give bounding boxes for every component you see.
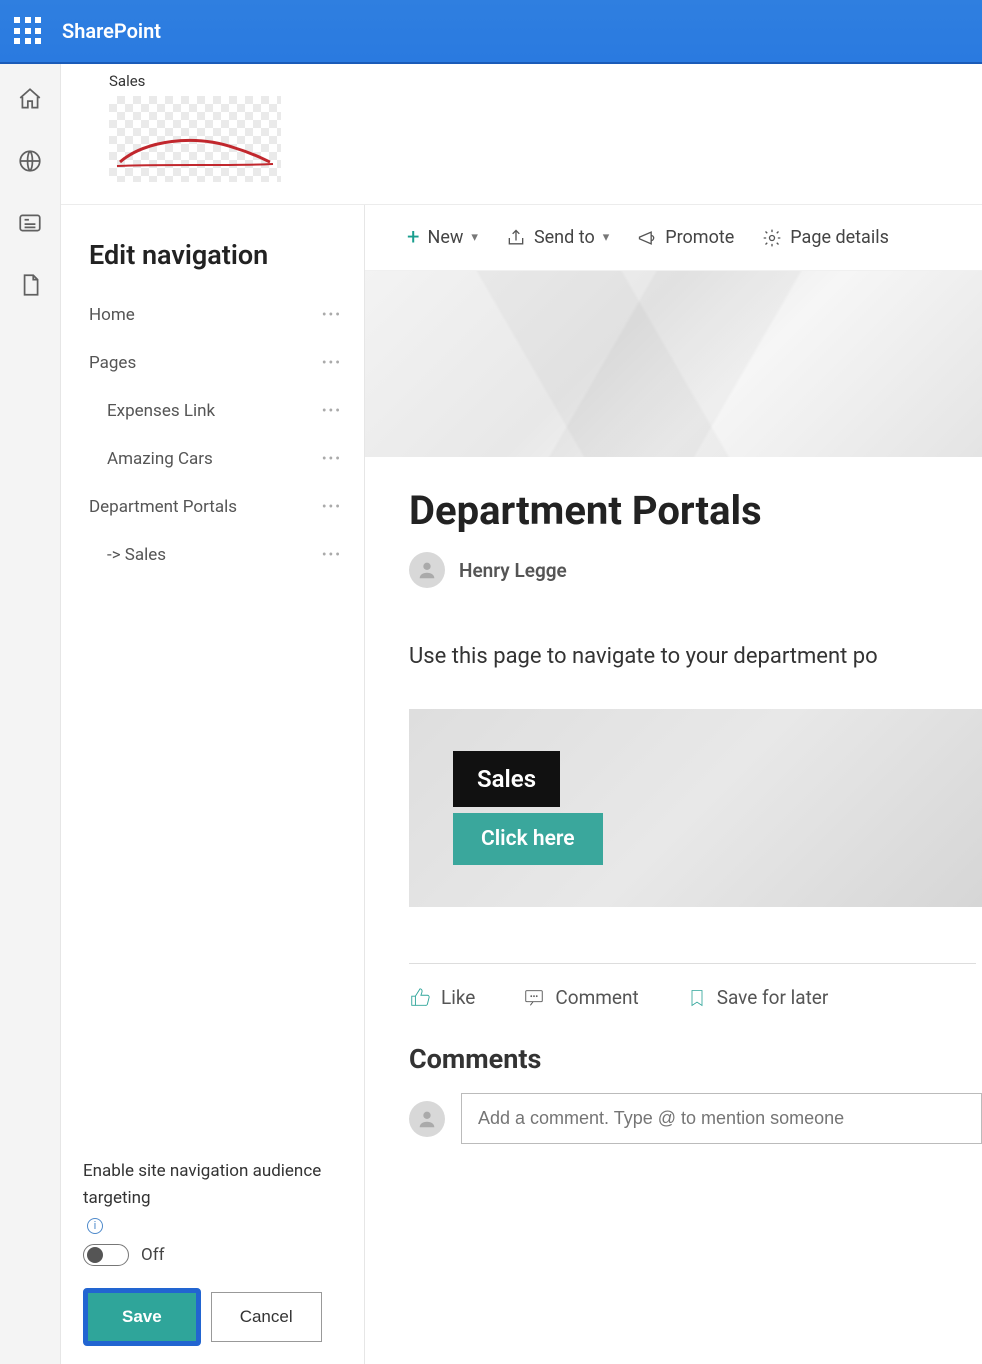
card-title: Sales xyxy=(453,751,560,807)
more-icon[interactable]: ••• xyxy=(322,499,342,515)
details-label: Page details xyxy=(790,227,889,248)
more-icon[interactable]: ••• xyxy=(322,547,342,563)
gear-icon xyxy=(762,228,782,248)
site-header: Sales xyxy=(61,64,982,205)
save-label: Save for later xyxy=(717,986,829,1009)
home-icon[interactable] xyxy=(17,86,43,116)
nav-item-home[interactable]: Home ••• xyxy=(61,291,364,339)
share-icon xyxy=(506,228,526,248)
toggle-state-label: Off xyxy=(141,1245,165,1265)
nav-item-label: Home xyxy=(89,305,135,325)
nav-item-label: Expenses Link xyxy=(107,401,215,421)
nav-item-pages[interactable]: Pages ••• xyxy=(61,339,364,387)
comment-button[interactable]: Comment xyxy=(523,986,638,1009)
more-icon[interactable]: ••• xyxy=(322,403,342,419)
main-content: + New ▾ Send to ▾ Promote Page details xyxy=(365,205,982,1364)
like-button[interactable]: Like xyxy=(409,986,475,1009)
page-title: Department Portals xyxy=(409,487,982,534)
avatar xyxy=(409,1101,445,1137)
comment-input[interactable] xyxy=(461,1093,982,1144)
page-content: Department Portals Henry Legge Use this … xyxy=(365,457,982,1144)
cancel-button[interactable]: Cancel xyxy=(211,1292,322,1342)
save-button-highlight: Save xyxy=(83,1288,201,1346)
page-details-button[interactable]: Page details xyxy=(762,227,889,248)
page-icon[interactable] xyxy=(17,272,43,302)
quick-link-card[interactable]: Sales Click here xyxy=(409,709,982,907)
author-name[interactable]: Henry Legge xyxy=(459,559,567,582)
command-bar: + New ▾ Send to ▾ Promote Page details xyxy=(365,205,982,271)
chevron-down-icon: ▾ xyxy=(603,230,610,245)
nav-item-label: Department Portals xyxy=(89,497,237,517)
nav-item-expenses-link[interactable]: Expenses Link ••• xyxy=(61,387,364,435)
left-rail xyxy=(0,64,60,1364)
audience-targeting-label: Enable site navigation audience targetin… xyxy=(83,1158,342,1234)
nav-item-label: -> Sales xyxy=(107,545,166,565)
comment-label: Comment xyxy=(555,986,638,1009)
nav-item-amazing-cars[interactable]: Amazing Cars ••• xyxy=(61,435,364,483)
send-to-button[interactable]: Send to ▾ xyxy=(506,227,609,248)
more-icon[interactable]: ••• xyxy=(322,355,342,371)
more-icon[interactable]: ••• xyxy=(322,451,342,467)
suite-header: SharePoint xyxy=(0,0,982,64)
info-icon[interactable]: i xyxy=(87,1218,103,1234)
nav-item-label: Amazing Cars xyxy=(107,449,213,469)
new-button[interactable]: + New ▾ xyxy=(407,225,478,250)
nav-item-department-portals[interactable]: Department Portals ••• xyxy=(61,483,364,531)
globe-icon[interactable] xyxy=(17,148,43,178)
more-icon[interactable]: ••• xyxy=(322,307,342,323)
nav-item-label: Pages xyxy=(89,353,136,373)
send-label: Send to xyxy=(534,227,595,248)
comments-heading: Comments xyxy=(409,1043,982,1075)
app-launcher-icon[interactable] xyxy=(14,17,42,45)
comment-icon xyxy=(523,987,545,1009)
chevron-down-icon: ▾ xyxy=(471,230,478,245)
nav-item-sales[interactable]: -> Sales ••• xyxy=(61,531,364,579)
site-title[interactable]: Sales xyxy=(109,72,952,90)
card-cta-button[interactable]: Click here xyxy=(453,813,603,865)
audience-targeting-toggle[interactable] xyxy=(83,1244,129,1266)
plus-icon: + xyxy=(407,225,419,250)
like-icon xyxy=(409,987,431,1009)
like-label: Like xyxy=(441,986,475,1009)
bookmark-icon xyxy=(687,987,707,1009)
save-for-later-button[interactable]: Save for later xyxy=(687,986,829,1009)
hero-banner xyxy=(365,271,982,457)
edit-navigation-panel: Edit navigation Home ••• Pages ••• Expen… xyxy=(61,205,365,1364)
nav-heading: Edit navigation xyxy=(61,239,364,291)
site-logo[interactable] xyxy=(109,96,281,182)
save-button[interactable]: Save xyxy=(88,1293,196,1341)
new-label: New xyxy=(427,227,463,248)
news-icon[interactable] xyxy=(17,210,43,240)
megaphone-icon xyxy=(637,228,657,248)
workspace: Sales Edit navigation Home ••• Pages •••… xyxy=(60,64,982,1364)
promote-label: Promote xyxy=(665,227,734,248)
app-name[interactable]: SharePoint xyxy=(62,19,161,43)
avatar[interactable] xyxy=(409,552,445,588)
page-body-text: Use this page to navigate to your depart… xyxy=(409,644,982,669)
promote-button[interactable]: Promote xyxy=(637,227,734,248)
